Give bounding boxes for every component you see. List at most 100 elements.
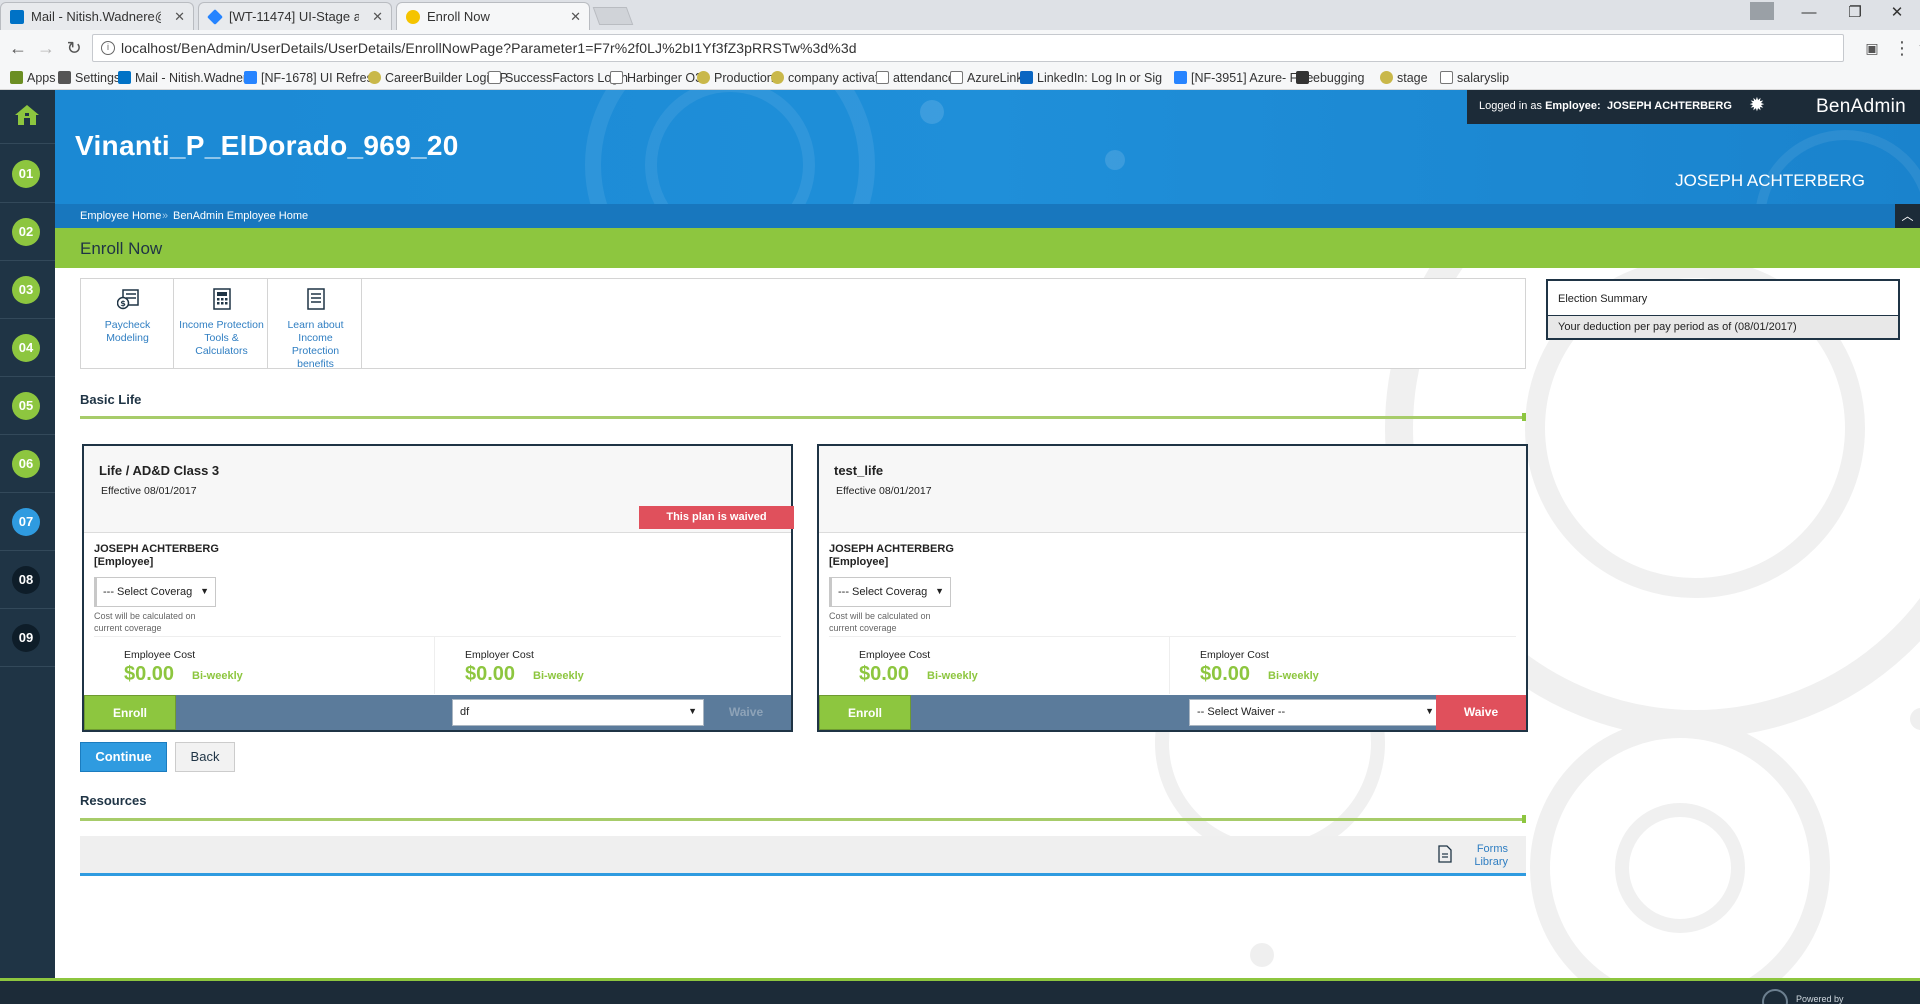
bookmark-attendance[interactable]: attendance bbox=[876, 69, 955, 87]
globe-icon bbox=[771, 71, 784, 84]
close-icon[interactable]: ✕ bbox=[570, 3, 581, 30]
employer-cost-label: Employer Cost bbox=[1200, 649, 1269, 661]
forms-library-link[interactable]: Forms Library bbox=[1438, 843, 1508, 869]
bookmark-linkedin-log-in-or-sig[interactable]: LinkedIn: Log In or Sig bbox=[1020, 69, 1162, 87]
plan-costs: Employee Cost $0.00 Bi-weekly Employer C… bbox=[94, 636, 781, 694]
bookmark-successfactors-login[interactable]: SuccessFactors Login bbox=[488, 69, 628, 87]
tool-label: Income Protection Tools & Calculators bbox=[179, 319, 264, 357]
tool-income-protection-calculators[interactable]: Income Protection Tools & Calculators bbox=[175, 279, 268, 368]
bookmark-careerbuilder-login-p[interactable]: CareerBuilder Login P bbox=[368, 69, 508, 87]
tool-label: Paycheck Modeling bbox=[104, 319, 151, 344]
enroll-button[interactable]: Enroll bbox=[84, 695, 176, 730]
paycheck-icon: $ bbox=[117, 289, 139, 310]
employer-cost: Employer Cost $0.00 Bi-weekly bbox=[1169, 637, 1509, 694]
bookmark-settings[interactable]: Settings bbox=[58, 69, 120, 87]
waive-button[interactable]: Waive bbox=[1436, 695, 1526, 730]
plan-actions: Enroll df ▼ Waive bbox=[84, 695, 791, 730]
page-title: Enroll Now bbox=[80, 239, 163, 258]
sidebar-step-04[interactable]: 04 bbox=[0, 319, 55, 377]
bookmark-nf-1678-ui-refresh[interactable]: [NF-1678] UI Refresh bbox=[244, 69, 380, 87]
enroll-button[interactable]: Enroll bbox=[819, 695, 911, 730]
logged-in-bar: Logged in as Employee: JOSEPH ACHTERBERG… bbox=[1467, 90, 1920, 124]
breadcrumb-benadmin-home[interactable]: BenAdmin Employee Home bbox=[173, 210, 308, 222]
maximize-button[interactable]: ❐ bbox=[1832, 0, 1878, 28]
document-icon bbox=[1438, 845, 1452, 863]
browser-tab-mail[interactable]: Mail - Nitish.Wadnere@h ✕ bbox=[0, 2, 194, 30]
minimize-button[interactable]: — bbox=[1786, 0, 1832, 28]
tool-learn-income-protection[interactable]: Learn about Income Protection benefits bbox=[269, 279, 362, 370]
gear-icon[interactable]: ✹ bbox=[1749, 96, 1765, 116]
plan-card-life-add-class-3: Life / AD&D Class 3 Effective 08/01/2017… bbox=[82, 444, 793, 732]
bookmark-azurelink[interactable]: AzureLink bbox=[950, 69, 1023, 87]
back-arrow-icon[interactable]: ← bbox=[6, 36, 30, 60]
bookmark-label: stage bbox=[1397, 71, 1428, 85]
employee-name: JOSEPH ACHTERBERG [Employee] bbox=[94, 543, 219, 569]
url-bar[interactable]: i localhost/BenAdmin/UserDetails/UserDet… bbox=[92, 34, 1920, 62]
header-user-name: JOSEPH ACHTERBERG bbox=[1675, 171, 1865, 190]
employee-cost: Employee Cost $0.00 Bi-weekly bbox=[94, 637, 434, 694]
sidebar-step-05[interactable]: 05 bbox=[0, 377, 55, 435]
sidebar-step-01[interactable]: 01 bbox=[0, 145, 55, 203]
profile-icon[interactable] bbox=[1750, 2, 1774, 20]
globe-icon bbox=[1380, 71, 1393, 84]
sidebar-step-06[interactable]: 06 bbox=[0, 435, 55, 493]
step-number: 03 bbox=[12, 276, 40, 304]
bookmark-harbinger-o3[interactable]: Harbinger O3 bbox=[610, 69, 702, 87]
waiver-reason-select[interactable]: -- Select Waiver -- ▼ bbox=[1189, 699, 1441, 726]
info-icon[interactable]: i bbox=[101, 41, 115, 55]
bug-icon bbox=[1296, 71, 1309, 84]
decorative-ring bbox=[1755, 130, 1920, 204]
browser-tab-jira[interactable]: [WT-11474] UI-Stage and ✕ bbox=[198, 2, 392, 30]
browser-tab-enroll-now[interactable]: Enroll Now ✕ bbox=[396, 2, 590, 30]
divider-knob bbox=[1522, 413, 1526, 421]
bookmark-salaryslip[interactable]: salaryslip bbox=[1440, 69, 1509, 87]
bookmark-label: LinkedIn: Log In or Sig bbox=[1037, 71, 1163, 85]
forward-arrow-icon[interactable]: → bbox=[34, 36, 58, 60]
bookmark-company-activate[interactable]: company activate bbox=[771, 69, 885, 87]
close-icon[interactable]: ✕ bbox=[174, 3, 185, 30]
waiver-reason-select[interactable]: df ▼ bbox=[452, 699, 704, 726]
home-button[interactable] bbox=[0, 90, 55, 144]
employer-cost-label: Employer Cost bbox=[465, 649, 534, 661]
new-tab-button[interactable] bbox=[592, 7, 634, 25]
employer-cost-amount: $0.00 bbox=[1200, 663, 1251, 685]
menu-icon[interactable]: ⋮ bbox=[1890, 36, 1914, 60]
coverage-select[interactable]: --- Select Coverag ▼ bbox=[94, 577, 216, 607]
bookmark-stage[interactable]: stage bbox=[1380, 69, 1428, 87]
collapse-header-button[interactable]: ︿ bbox=[1895, 204, 1920, 228]
bookmark-ebugging[interactable]: ebugging bbox=[1296, 69, 1364, 87]
plan-costs: Employee Cost $0.00 Bi-weekly Employer C… bbox=[829, 636, 1516, 694]
employer-cost-amount: $0.00 bbox=[465, 663, 516, 685]
sidebar-step-02[interactable]: 02 bbox=[0, 203, 55, 261]
employee-cost-label: Employee Cost bbox=[859, 649, 931, 661]
reload-icon[interactable]: ↻ bbox=[62, 36, 86, 60]
close-icon[interactable]: ✕ bbox=[372, 3, 383, 30]
extension-icon[interactable]: ▣ bbox=[1860, 36, 1884, 60]
continue-button[interactable]: Continue bbox=[80, 742, 167, 772]
breadcrumb-employee-home[interactable]: Employee Home bbox=[80, 210, 161, 222]
logged-in-role: Employee: bbox=[1545, 100, 1601, 112]
jira-icon bbox=[244, 71, 257, 84]
linkedin-icon bbox=[1020, 71, 1033, 84]
tool-paycheck-modeling[interactable]: $ Paycheck Modeling bbox=[81, 279, 174, 368]
election-summary: Election Summary Your deduction per pay … bbox=[1546, 279, 1900, 340]
back-button[interactable]: Back bbox=[175, 742, 235, 772]
waive-button[interactable]: Waive bbox=[701, 695, 791, 730]
bookmark-mail-nitish-wadnere[interactable]: Mail - Nitish.Wadnere bbox=[118, 69, 254, 87]
bookmark-apps[interactable]: Apps bbox=[10, 69, 56, 87]
sidebar-step-07[interactable]: 07 bbox=[0, 493, 55, 551]
sidebar-step-09[interactable]: 09 bbox=[0, 609, 55, 667]
bookmark-label: Harbinger O3 bbox=[627, 71, 703, 85]
url-text: localhost/BenAdmin/UserDetails/UserDetai… bbox=[121, 40, 857, 56]
bookmark-label: Production bbox=[714, 71, 774, 85]
decorative-dot bbox=[920, 100, 944, 124]
bookmark-nf-3951-azure-five[interactable]: [NF-3951] Azure- Five bbox=[1174, 69, 1313, 87]
dropdown-caret-icon: ▼ bbox=[935, 586, 944, 596]
close-window-button[interactable]: ✕ bbox=[1874, 0, 1920, 28]
sidebar-step-03[interactable]: 03 bbox=[0, 261, 55, 319]
bookmark-production[interactable]: Production bbox=[697, 69, 774, 87]
employee-name-text: JOSEPH ACHTERBERG bbox=[94, 543, 219, 555]
sidebar-step-08[interactable]: 08 bbox=[0, 551, 55, 609]
coverage-select[interactable]: --- Select Coverag ▼ bbox=[829, 577, 951, 607]
globe-icon bbox=[406, 10, 420, 24]
